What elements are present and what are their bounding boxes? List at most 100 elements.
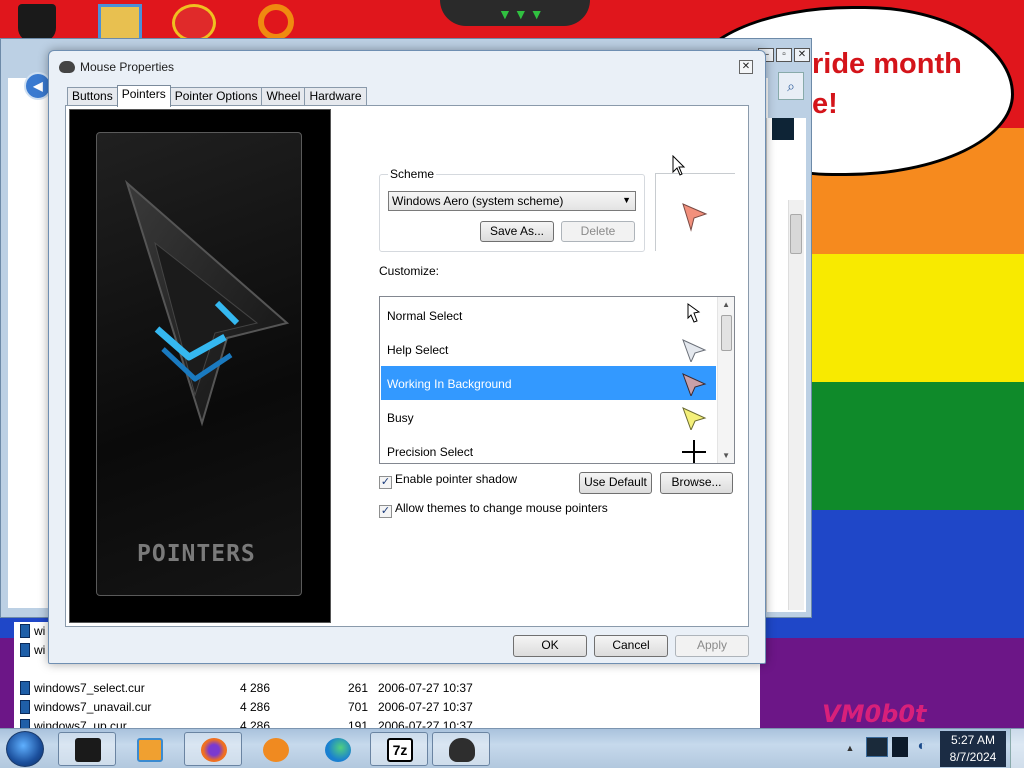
file-date: 2006-07-27 10:37 xyxy=(378,700,473,714)
taskbar-media-player-button[interactable] xyxy=(120,732,178,766)
list-item-help-select[interactable]: Help Select xyxy=(381,332,716,366)
uc-browser-icon xyxy=(263,738,289,762)
thumbnail-icon xyxy=(772,118,794,140)
cancel-button[interactable]: Cancel xyxy=(594,635,668,657)
scheme-dropdown[interactable]: Windows Aero (system scheme) ▼ xyxy=(388,191,636,211)
media-player-icon xyxy=(137,738,163,762)
list-item-busy[interactable]: Busy xyxy=(381,400,716,434)
background-scrollbar-thumb[interactable] xyxy=(790,214,802,254)
list-item-label: Busy xyxy=(387,411,414,425)
busy-cursor-icon xyxy=(682,407,707,430)
tab-pointers[interactable]: Pointers xyxy=(116,85,171,107)
tab-strip: Buttons Pointers Pointer Options Wheel H… xyxy=(67,85,367,107)
file-icon xyxy=(20,681,30,695)
taskbar-firefox-button[interactable] xyxy=(184,732,242,766)
list-item-label: Working In Background xyxy=(387,377,512,391)
pointer-theme-artwork: POINTERS xyxy=(69,109,331,623)
list-item-precision-select[interactable]: Precision Select xyxy=(381,434,716,463)
file-date: 2006-07-27 10:37 xyxy=(378,681,473,695)
7zip-icon: 7z xyxy=(387,738,413,762)
mouse-icon xyxy=(59,61,75,73)
working-cursor-icon xyxy=(682,373,707,396)
apply-button[interactable]: Apply xyxy=(675,635,749,657)
clock[interactable]: 5:27 AM 8/7/2024 xyxy=(940,731,1006,767)
scheme-label: Scheme xyxy=(388,167,437,181)
browse-button[interactable]: Browse... xyxy=(660,472,733,494)
allow-themes-checkbox[interactable]: ✓ Allow themes to change mouse pointers xyxy=(379,501,608,518)
checkbox-checked-icon[interactable]: ✓ xyxy=(379,476,392,489)
scheme-dropdown-value: Windows Aero (system scheme) xyxy=(392,194,564,208)
file-name: wi xyxy=(34,643,46,657)
computer-icon xyxy=(75,738,101,762)
artwork-frame: POINTERS xyxy=(96,132,302,596)
scroll-down-icon[interactable]: ▼ xyxy=(722,451,730,460)
tray-network-icon[interactable]: ◐ xyxy=(912,737,932,757)
list-item-working-in-background[interactable]: Working In Background xyxy=(381,366,716,400)
start-button[interactable] xyxy=(6,731,44,767)
list-item-label: Precision Select xyxy=(387,445,474,459)
cursor-preview xyxy=(655,173,735,251)
firefox-icon xyxy=(201,738,227,762)
file-icon xyxy=(20,624,30,638)
taskbar-computer-button[interactable] xyxy=(58,732,116,766)
clock-time: 5:27 AM xyxy=(950,733,996,747)
clock-date: 8/7/2024 xyxy=(949,750,997,764)
wallpaper-dots: ▼▼▼ xyxy=(498,6,546,22)
scroll-up-icon[interactable]: ▲ xyxy=(722,300,730,309)
file-size: 4 286 xyxy=(240,700,271,714)
app-desktop-icon[interactable] xyxy=(172,4,216,42)
mouse-icon xyxy=(449,738,475,762)
artwork-label: POINTERS xyxy=(137,541,256,567)
tab-pointer-options[interactable]: Pointer Options xyxy=(169,87,263,106)
use-default-button[interactable]: Use Default xyxy=(579,472,652,494)
folder-desktop-icon[interactable] xyxy=(98,4,142,42)
enable-pointer-shadow-checkbox[interactable]: ✓ Enable pointer shadow xyxy=(379,472,517,489)
close-icon[interactable]: ✕ xyxy=(739,60,753,74)
search-icon[interactable]: ⌕ xyxy=(778,72,804,100)
save-as-button[interactable]: Save As... xyxy=(480,221,554,242)
chevron-down-icon: ▼ xyxy=(622,195,631,205)
pointers-tab-panel: POINTERS Scheme Windows Aero (system sch… xyxy=(65,105,749,627)
file-icon xyxy=(20,700,30,714)
cursor-list[interactable]: Normal Select Help Select Working In Bac… xyxy=(379,296,735,464)
file-row[interactable]: windows7_unavail.cur 4 286 701 2006-07-2… xyxy=(14,698,760,716)
tab-wheel[interactable]: Wheel xyxy=(261,87,306,106)
file-number: 701 xyxy=(348,700,369,714)
cursor-list-scrollbar-thumb[interactable] xyxy=(721,315,732,351)
speech-bubble-text: ride month e! xyxy=(812,48,962,120)
taskbar-7zip-button[interactable]: 7z xyxy=(370,732,428,766)
help-cursor-icon xyxy=(682,339,707,362)
edge-icon xyxy=(325,738,351,762)
file-row[interactable]: windows7_select.cur 4 286 261 2006-07-27… xyxy=(14,679,760,697)
file-icon xyxy=(20,643,30,657)
taskbar-edge-button[interactable] xyxy=(308,732,366,766)
file-number: 261 xyxy=(348,681,369,695)
crosshair-cursor-icon xyxy=(682,440,706,463)
enable-pointer-shadow-label: Enable pointer shadow xyxy=(395,472,518,486)
trash-desktop-icon[interactable] xyxy=(18,4,56,42)
show-hidden-icons-icon[interactable]: ▲ xyxy=(842,738,858,758)
file-name: wi xyxy=(34,624,46,638)
cursor-list-scrollbar[interactable]: ▲ ▼ xyxy=(717,297,734,463)
watermark-text: VM0b0t xyxy=(822,700,927,728)
tab-buttons[interactable]: Buttons xyxy=(67,87,118,106)
tray-app-icon[interactable] xyxy=(866,737,888,757)
list-item-normal-select[interactable]: Normal Select xyxy=(381,298,716,332)
file-size: 4 286 xyxy=(240,681,271,695)
delete-scheme-button[interactable]: Delete xyxy=(561,221,635,242)
maximize-icon[interactable]: ▫ xyxy=(776,48,792,62)
tab-hardware[interactable]: Hardware xyxy=(304,87,367,106)
theme-arrow-icon xyxy=(124,179,290,427)
arrow-cursor-icon xyxy=(687,303,701,323)
close-icon[interactable]: ✕ xyxy=(794,48,810,62)
taskbar-uc-browser-button[interactable] xyxy=(246,732,304,766)
mouse-properties-dialog: Mouse Properties ✕ Buttons Pointers Poin… xyxy=(48,50,766,664)
tray-monitor-icon[interactable] xyxy=(892,737,908,757)
taskbar-mouse-button[interactable] xyxy=(432,732,490,766)
list-item-label: Normal Select xyxy=(387,309,463,323)
ok-button[interactable]: OK xyxy=(513,635,587,657)
show-desktop-button[interactable] xyxy=(1010,729,1024,768)
ring-desktop-icon[interactable] xyxy=(258,4,294,40)
background-scrollbar[interactable] xyxy=(788,200,804,610)
checkbox-checked-icon[interactable]: ✓ xyxy=(379,505,392,518)
